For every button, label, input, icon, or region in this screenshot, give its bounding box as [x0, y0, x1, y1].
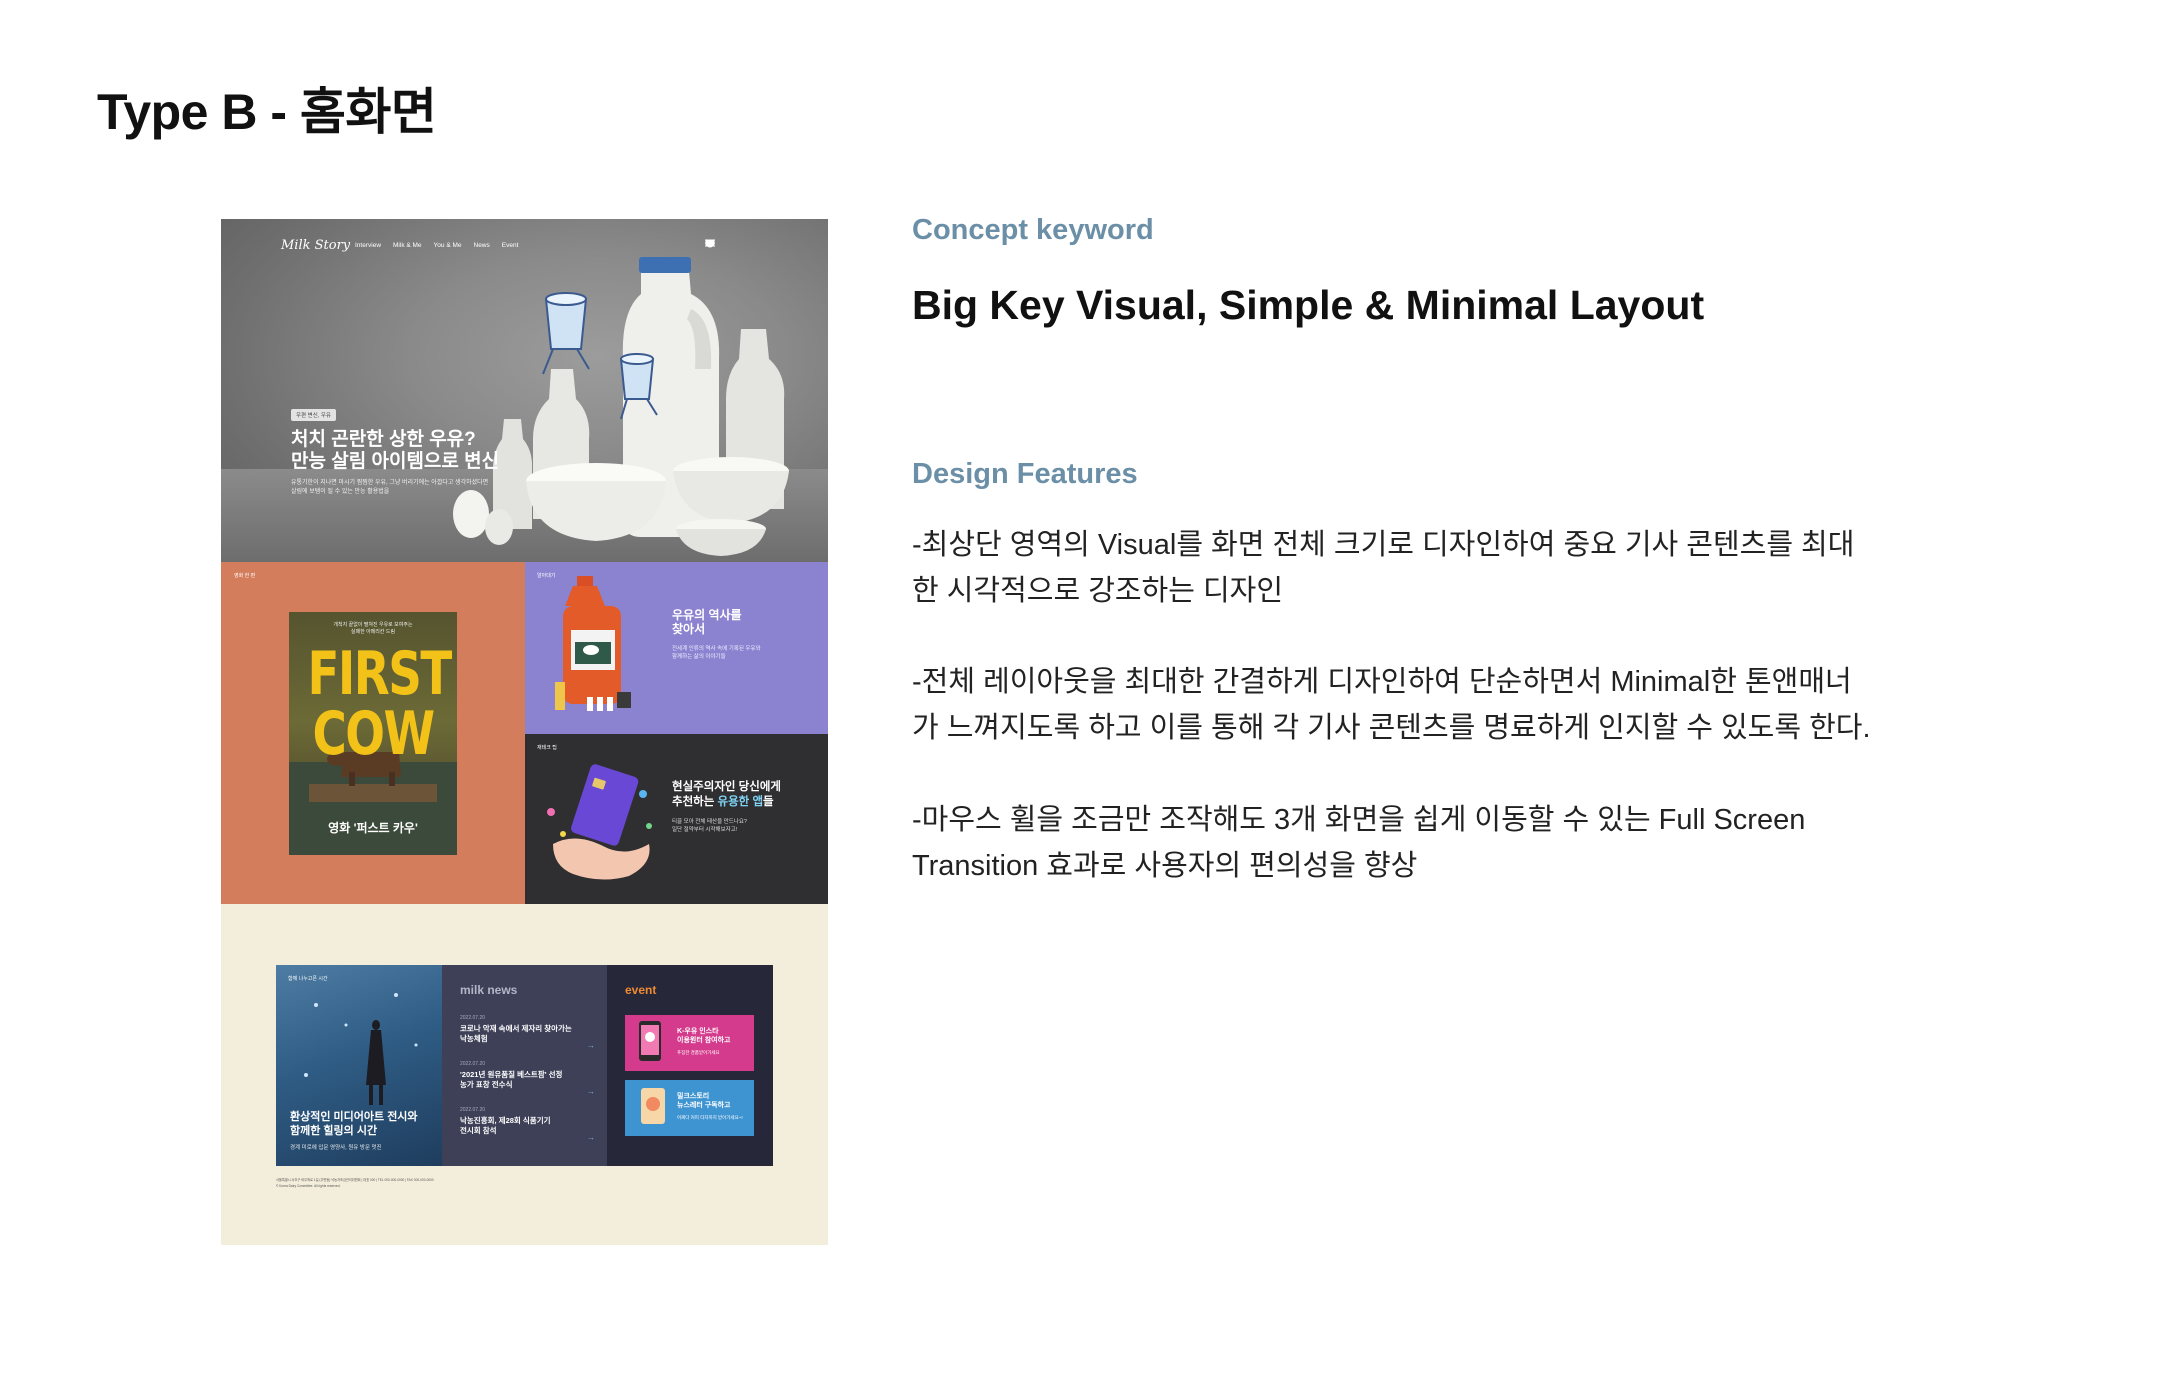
milk-history-card[interactable]: 알아대기 우유의 역사를 찾아서 전세계 인류의 역사 속에 기록된 우유와 함…	[525, 562, 828, 734]
arrow-right-icon: →	[587, 1133, 595, 1142]
poster-title-cow: COW	[312, 699, 435, 769]
message-icon[interactable]	[706, 239, 733, 248]
apps-title: 현실주의자인 당신에게 추천하는 유용한 앱들	[672, 781, 781, 808]
media-art-title: 환상적인 미디어아트 전시와 함께한 힐링의 시간	[290, 1111, 418, 1137]
event-card-instagram[interactable]: K-우유 인스타 이용원터 참여하고 푸짐한 경품받아가세요	[625, 1015, 754, 1071]
poster-title-first: FIRST	[307, 639, 452, 709]
concept-keyword-label: Concept keyword	[912, 214, 1154, 246]
useful-apps-card[interactable]: 재테크 팁 현실주의자인 당신에게 추천하는 유용한 앱들 티끌 모아 전체 태…	[525, 734, 828, 904]
nav-links: Interview Milk & Me You & Me News Event	[355, 242, 518, 249]
nav-link-milk-me[interactable]: Milk & Me	[393, 242, 422, 249]
news-item[interactable]: 2022.07.20 낙농진흥회, 제28회 식품기기 전시회 참석 →	[460, 1107, 595, 1142]
footer-address: 서울특별시 서초구 바우뫼로 1길 (우면동) 낙농자조금관리위원회 | 대표 …	[276, 1178, 434, 1182]
movie-card[interactable]: 영화 한 편 개척지 끝없이 펼쳐진 우유로 보여주는 실패한 아메리칸 드림 …	[221, 562, 525, 904]
media-art-article[interactable]: 함께 나누고픈 시간 환상적인 미디어아트 전시와 함께한 힐링의 시간 경계 …	[276, 965, 442, 1166]
footer-copyright: © Korea Dairy Committee. All rights rese…	[276, 1184, 341, 1188]
bottom-section: 함께 나누고픈 시간 환상적인 미디어아트 전시와 함께한 힐링의 시간 경계 …	[276, 965, 773, 1166]
hero-article[interactable]: 우편 변신, 우유 처치 곤란한 상한 우유? 만능 살림 아이템으로 변신 유…	[291, 404, 571, 497]
nav-link-event[interactable]: Event	[502, 242, 519, 249]
news-item[interactable]: 2022.07.20 코로나 악재 속에서 제자리 찾아가는 낙농체험 →	[460, 1015, 595, 1050]
feature-item: -최상단 영역의 Visual를 화면 전체 크기로 디자인하여 중요 기사 콘…	[912, 529, 1855, 607]
apps-description: 티끌 모아 전체 태산을 만드나요? 일단 절약부터 시작해보자고!	[672, 819, 747, 833]
arrow-right-icon: →	[587, 1041, 595, 1050]
event-heading: event	[625, 983, 657, 997]
apps-title-highlight: 유용한 앱	[717, 796, 764, 808]
hero-title: 처치 곤란한 상한 우유? 만능 살림 아이템으로 변신	[291, 429, 500, 472]
milk-can-illustration	[555, 576, 631, 711]
hero-tag: 우편 변신, 우유	[291, 409, 336, 421]
milk-news-panel: milk news 2022.07.20 코로나 악재 속에서 제자리 찾아가는…	[442, 965, 607, 1166]
newsletter-icon	[641, 1088, 665, 1124]
media-art-subtitle: 경계 미로에 입문 영양사, 원유 방문 멋진	[290, 1145, 382, 1151]
hero-visual[interactable]: Milk Story Interview Milk & Me You & Me …	[221, 219, 828, 562]
media-art-label: 함께 나누고픈 시간	[288, 976, 328, 982]
event-panel: event K-우유 인스타 이용원터 참여하고 푸짐한 경품받아가세요 밀크스토…	[607, 965, 773, 1166]
design-features-label: Design Features	[912, 458, 1138, 490]
milk-news-heading: milk news	[460, 983, 518, 997]
news-item[interactable]: 2022.07.20 '2021년 원유품질 베스트팜' 선정 농가 표창 전수식…	[460, 1061, 595, 1096]
hand-card-illustration	[547, 764, 652, 880]
site-logo[interactable]: Milk Story	[281, 238, 350, 253]
movie-caption: 영화 '퍼스트 카우'	[328, 821, 418, 835]
nav-icons	[705, 239, 751, 248]
movie-card-label: 영화 한 편	[234, 573, 256, 579]
hero-description: 유통기한이 지나면 마시기 찜찜한 우유, 그냥 버리기에는 아깝다고 생각하셨…	[291, 480, 489, 495]
top-navigation: Milk Story Interview Milk & Me You & Me …	[221, 219, 828, 275]
nav-link-you-me[interactable]: You & Me	[434, 242, 462, 249]
nav-link-news[interactable]: News	[474, 242, 490, 249]
first-cow-poster: 개척지 끝없이 펼쳐진 우유로 보여주는 실패한 아메리칸 드림 FIRST C…	[289, 612, 457, 855]
arrow-right-icon: →	[587, 1087, 595, 1096]
feature-item: -마우스 휠을 조금만 조작해도 3개 화면을 쉽게 이동할 수 있는 Full…	[912, 804, 1806, 882]
menu-icon[interactable]	[705, 239, 751, 248]
concept-heading: Big Key Visual, Simple & Minimal Layout	[912, 282, 1705, 328]
history-title: 우유의 역사를 찾아서	[672, 608, 742, 636]
page-title: Type B - 홈화면	[97, 84, 437, 140]
history-description: 전세계 인류의 역사 속에 기록된 우유와 함께하는 삶의 이야기들	[672, 646, 761, 660]
feature-item: -전체 레이아웃을 최대한 간결하게 디자인하여 단순하면서 Minimal한 …	[912, 666, 1871, 744]
homepage-mockup: Milk Story Interview Milk & Me You & Me …	[221, 219, 828, 1245]
phone-icon	[639, 1021, 661, 1061]
event-card-newsletter[interactable]: 밀크스토리 뉴스레터 구독하고 어쩌다 커피 타자까지 받아가세요~!	[625, 1080, 754, 1136]
nav-link-interview[interactable]: Interview	[355, 242, 381, 249]
